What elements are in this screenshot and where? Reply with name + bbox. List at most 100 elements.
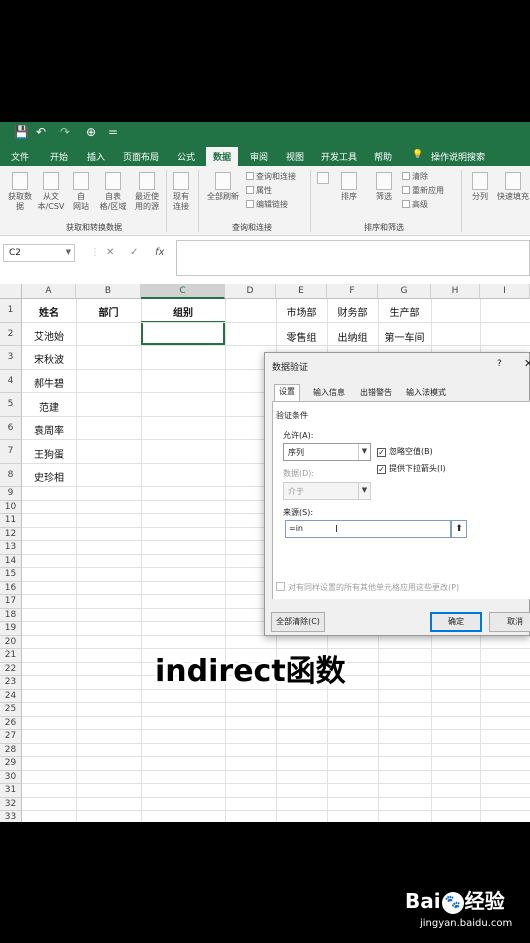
clear-all-button[interactable]: 全部清除(C) bbox=[271, 612, 325, 632]
row-header[interactable]: 29 bbox=[0, 757, 22, 771]
cell-e2[interactable]: 零售组 bbox=[276, 329, 327, 344]
column-header-g[interactable]: G bbox=[378, 284, 431, 299]
row-header[interactable]: 10 bbox=[0, 500, 22, 514]
tab-formulas[interactable]: 公式 bbox=[177, 150, 195, 163]
row-header[interactable]: 6 bbox=[0, 416, 22, 440]
row-header[interactable]: 14 bbox=[0, 554, 22, 568]
row-header[interactable]: 5 bbox=[0, 393, 22, 417]
row-header[interactable]: 1 bbox=[0, 299, 22, 323]
tab-developer[interactable]: 开发工具 bbox=[321, 150, 357, 163]
row-header[interactable]: 23 bbox=[0, 676, 22, 690]
formula-input[interactable] bbox=[176, 240, 530, 276]
advanced-filter-button[interactable]: 高级 bbox=[402, 200, 428, 210]
cell-a4[interactable]: 郝牛碧 bbox=[22, 375, 76, 390]
collapse-dialog-button[interactable]: ⬆ bbox=[451, 520, 467, 538]
row-header[interactable]: 4 bbox=[0, 369, 22, 393]
row-header[interactable]: 11 bbox=[0, 514, 22, 528]
cell-c1[interactable]: 组别 bbox=[141, 304, 225, 319]
row-header[interactable]: 21 bbox=[0, 649, 22, 663]
touch-mode-icon[interactable]: ⊕ bbox=[86, 125, 96, 139]
row-header[interactable]: 12 bbox=[0, 527, 22, 541]
from-web-button[interactable]: 自 网站 bbox=[69, 172, 93, 212]
row-header[interactable]: 32 bbox=[0, 797, 22, 811]
tab-page-layout[interactable]: 页面布局 bbox=[123, 150, 159, 163]
cell-a1[interactable]: 姓名 bbox=[22, 304, 76, 319]
cancel-icon[interactable]: ✕ bbox=[106, 247, 114, 258]
tab-settings[interactable]: 设置 bbox=[274, 384, 300, 402]
from-text-button[interactable]: 从文 本/CSV bbox=[36, 172, 66, 212]
select-all-corner[interactable] bbox=[0, 284, 22, 299]
cell-f2[interactable]: 出纳组 bbox=[327, 329, 378, 344]
tab-review[interactable]: 审阅 bbox=[250, 150, 268, 163]
row-header[interactable]: 20 bbox=[0, 635, 22, 649]
cell-a6[interactable]: 袁周率 bbox=[22, 422, 76, 437]
allow-select[interactable]: 序列 ▼ bbox=[283, 443, 371, 461]
reapply-button[interactable]: 重新应用 bbox=[402, 186, 444, 196]
row-header[interactable]: 15 bbox=[0, 568, 22, 582]
in-cell-dropdown-checkbox[interactable]: ✓ 提供下拉箭头(I) bbox=[377, 463, 446, 474]
row-header[interactable]: 19 bbox=[0, 622, 22, 636]
row-header[interactable]: 17 bbox=[0, 595, 22, 609]
column-header-i[interactable]: I bbox=[480, 284, 530, 299]
row-header[interactable]: 22 bbox=[0, 662, 22, 676]
close-icon[interactable]: ✕ bbox=[524, 357, 530, 370]
row-header[interactable]: 2 bbox=[0, 322, 22, 346]
tab-help[interactable]: 帮助 bbox=[374, 150, 392, 163]
refresh-all-button[interactable]: 全部刷新 bbox=[205, 172, 241, 202]
column-header-b[interactable]: B bbox=[76, 284, 141, 299]
flash-fill-button[interactable]: 快速填充 bbox=[496, 172, 530, 202]
row-header[interactable]: 8 bbox=[0, 463, 22, 487]
row-header[interactable]: 13 bbox=[0, 541, 22, 555]
insert-function-icon[interactable]: fx bbox=[155, 247, 164, 258]
filter-button[interactable]: 筛选 bbox=[372, 172, 396, 202]
sort-az-button[interactable] bbox=[316, 172, 330, 186]
column-header-d[interactable]: D bbox=[225, 284, 276, 299]
column-header-f[interactable]: F bbox=[327, 284, 378, 299]
source-input[interactable]: =in I bbox=[285, 520, 451, 538]
row-header[interactable]: 18 bbox=[0, 608, 22, 622]
selected-cell-c2[interactable] bbox=[141, 321, 225, 345]
cell-a8[interactable]: 史珍相 bbox=[22, 469, 76, 484]
redo-icon[interactable]: ↷ bbox=[60, 125, 70, 139]
row-header[interactable]: 9 bbox=[0, 487, 22, 501]
cell-a2[interactable]: 艾池始 bbox=[22, 328, 76, 343]
column-header-e[interactable]: E bbox=[276, 284, 327, 299]
save-icon[interactable]: 💾 bbox=[14, 125, 29, 139]
cell-g2[interactable]: 第一车间 bbox=[378, 329, 431, 344]
recent-sources-button[interactable]: 最近使 用的源 bbox=[131, 172, 163, 212]
tab-error-alert[interactable]: 出错警告 bbox=[355, 385, 397, 401]
row-header[interactable]: 16 bbox=[0, 581, 22, 595]
existing-connections-button[interactable]: 现有 连接 bbox=[169, 172, 193, 212]
row-header[interactable]: 24 bbox=[0, 689, 22, 703]
row-header[interactable]: 33 bbox=[0, 811, 22, 822]
row-header[interactable]: 30 bbox=[0, 770, 22, 784]
tell-me-search[interactable]: 操作说明搜索 bbox=[431, 150, 485, 163]
cell-a7[interactable]: 王狗蛋 bbox=[22, 446, 76, 461]
row-header[interactable]: 31 bbox=[0, 784, 22, 798]
cell-g1[interactable]: 生产部 bbox=[378, 304, 431, 319]
row-header[interactable]: 7 bbox=[0, 440, 22, 464]
cell-f1[interactable]: 财务部 bbox=[327, 304, 378, 319]
tab-view[interactable]: 视图 bbox=[286, 150, 304, 163]
tab-file[interactable]: 文件 bbox=[11, 150, 29, 163]
help-icon[interactable]: ? bbox=[497, 359, 502, 369]
column-header-a[interactable]: A bbox=[22, 284, 76, 299]
tab-home[interactable]: 开始 bbox=[50, 150, 68, 163]
column-header-h[interactable]: H bbox=[431, 284, 480, 299]
clear-filter-button[interactable]: 清除 bbox=[402, 172, 428, 182]
row-header[interactable]: 25 bbox=[0, 703, 22, 717]
tab-data[interactable]: 数据 bbox=[206, 147, 239, 168]
cell-a3[interactable]: 宋秋波 bbox=[22, 351, 76, 366]
text-to-columns-button[interactable]: 分列 bbox=[468, 172, 492, 202]
ok-button[interactable]: 确定 bbox=[430, 612, 482, 632]
ignore-blank-checkbox[interactable]: ✓ 忽略空值(B) bbox=[377, 446, 433, 457]
enter-icon[interactable]: ✓ bbox=[130, 247, 138, 258]
cancel-button[interactable]: 取消 bbox=[489, 612, 530, 632]
tab-ime-mode[interactable]: 输入法模式 bbox=[401, 385, 451, 401]
tab-insert[interactable]: 插入 bbox=[87, 150, 105, 163]
row-header[interactable]: 3 bbox=[0, 346, 22, 370]
apply-all-checkbox[interactable]: 对有同样设置的所有其他单元格应用这些更改(P) bbox=[276, 582, 459, 593]
cell-a5[interactable]: 范建 bbox=[22, 399, 76, 414]
tab-input-message[interactable]: 输入信息 bbox=[308, 385, 350, 401]
properties-button[interactable]: 属性 bbox=[246, 186, 272, 196]
